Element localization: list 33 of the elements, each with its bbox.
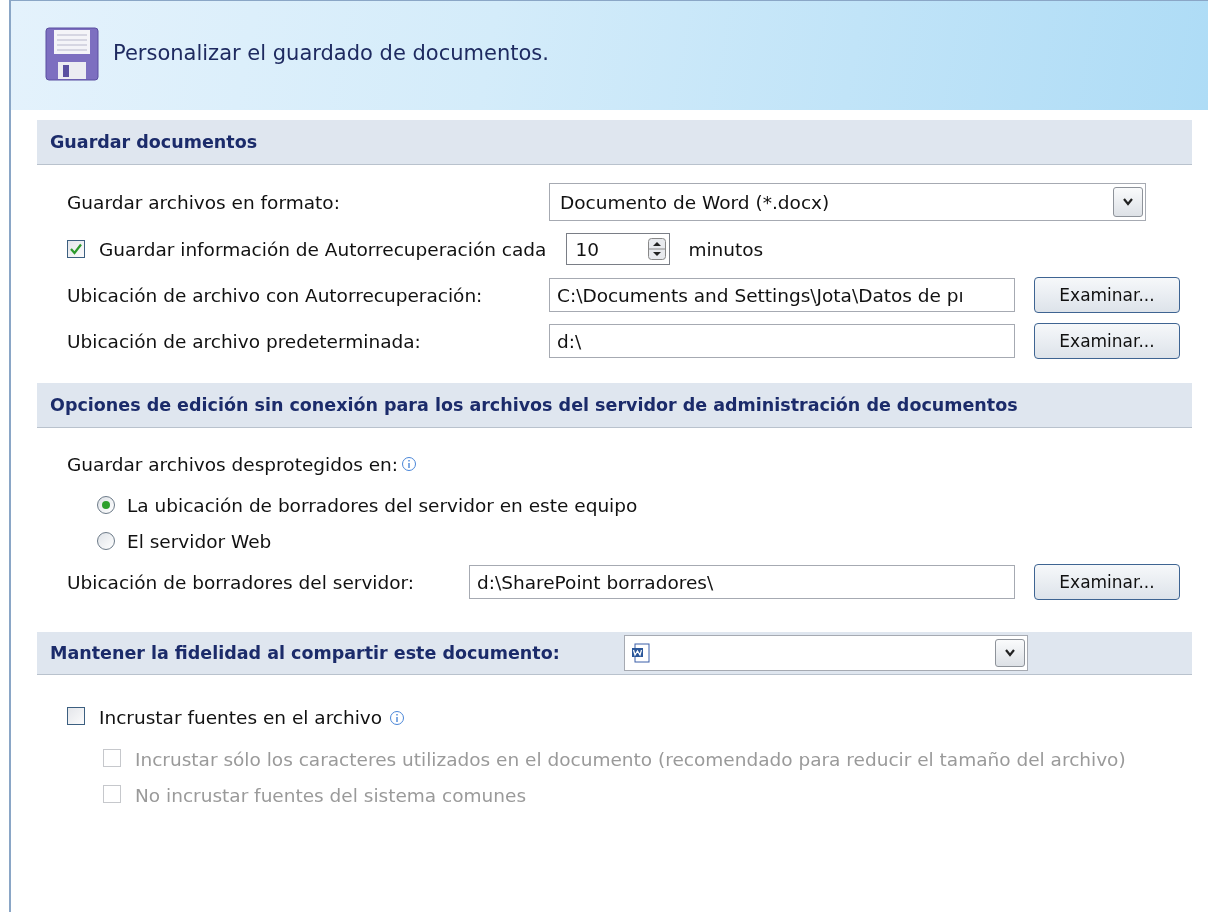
field-label: Guardar archivos en formato: xyxy=(67,191,341,213)
checkbox-label: Guardar información de Autorrecuperación cada xyxy=(99,238,547,260)
field-label: Ubicación de archivo predeterminada: xyxy=(67,330,422,352)
minutes-spinner[interactable]: 10 xyxy=(566,233,671,265)
path-field[interactable]: d:\SharePoint borradores\ xyxy=(469,565,1015,599)
document-dropdown[interactable] xyxy=(624,635,1028,671)
radio-label: La ubicación de borradores del servidor en este equipo xyxy=(127,494,638,516)
section-header: Mantener la fidelidad al compartir este documento: xyxy=(50,643,561,663)
checkbox[interactable] xyxy=(67,240,85,258)
section-header: Guardar documentos xyxy=(37,120,1192,165)
radio-button[interactable] xyxy=(97,532,115,550)
browse-button[interactable]: Examinar... xyxy=(1034,564,1180,600)
checkbox-label: Incrustar sólo los caracteres utilizados en el documento (recomendado para reducir el tamaño del archivo) xyxy=(135,748,1126,772)
path-field[interactable]: C:\Documents and Settings\Jota\Datos de pı xyxy=(549,278,1015,312)
format-dropdown[interactable]: Documento de Word (*.docx) xyxy=(549,183,1146,221)
radio-button[interactable] xyxy=(97,496,115,514)
path-field[interactable]: d:\ xyxy=(549,324,1015,358)
checkbox[interactable] xyxy=(67,707,85,725)
header-title: Personalizar el guardado de documentos. xyxy=(113,41,549,65)
browse-button[interactable]: Examinar... xyxy=(1034,323,1180,359)
radio-label: El servidor Web xyxy=(127,530,272,552)
field-label: Ubicación de borradores del servidor: xyxy=(67,571,416,593)
unit-label: minutos xyxy=(688,238,764,260)
browse-button[interactable]: Examinar... xyxy=(1034,277,1180,313)
field-label: Guardar archivos desprotegidos en: xyxy=(67,453,399,475)
field-label: Ubicación de archivo con Autorrecuperación: xyxy=(67,284,484,306)
checkbox-label: Incrustar fuentes en el archivo xyxy=(99,706,383,730)
info-icon xyxy=(389,710,406,726)
info-icon xyxy=(401,456,418,472)
spin-arrows-icon xyxy=(648,238,667,260)
checkbox-label: No incrustar fuentes del sistema comunes xyxy=(135,784,527,808)
section-header: Opciones de edición sin conexión para los archivos del servidor de administración de documentos xyxy=(37,383,1192,428)
word-document-icon xyxy=(631,643,651,663)
